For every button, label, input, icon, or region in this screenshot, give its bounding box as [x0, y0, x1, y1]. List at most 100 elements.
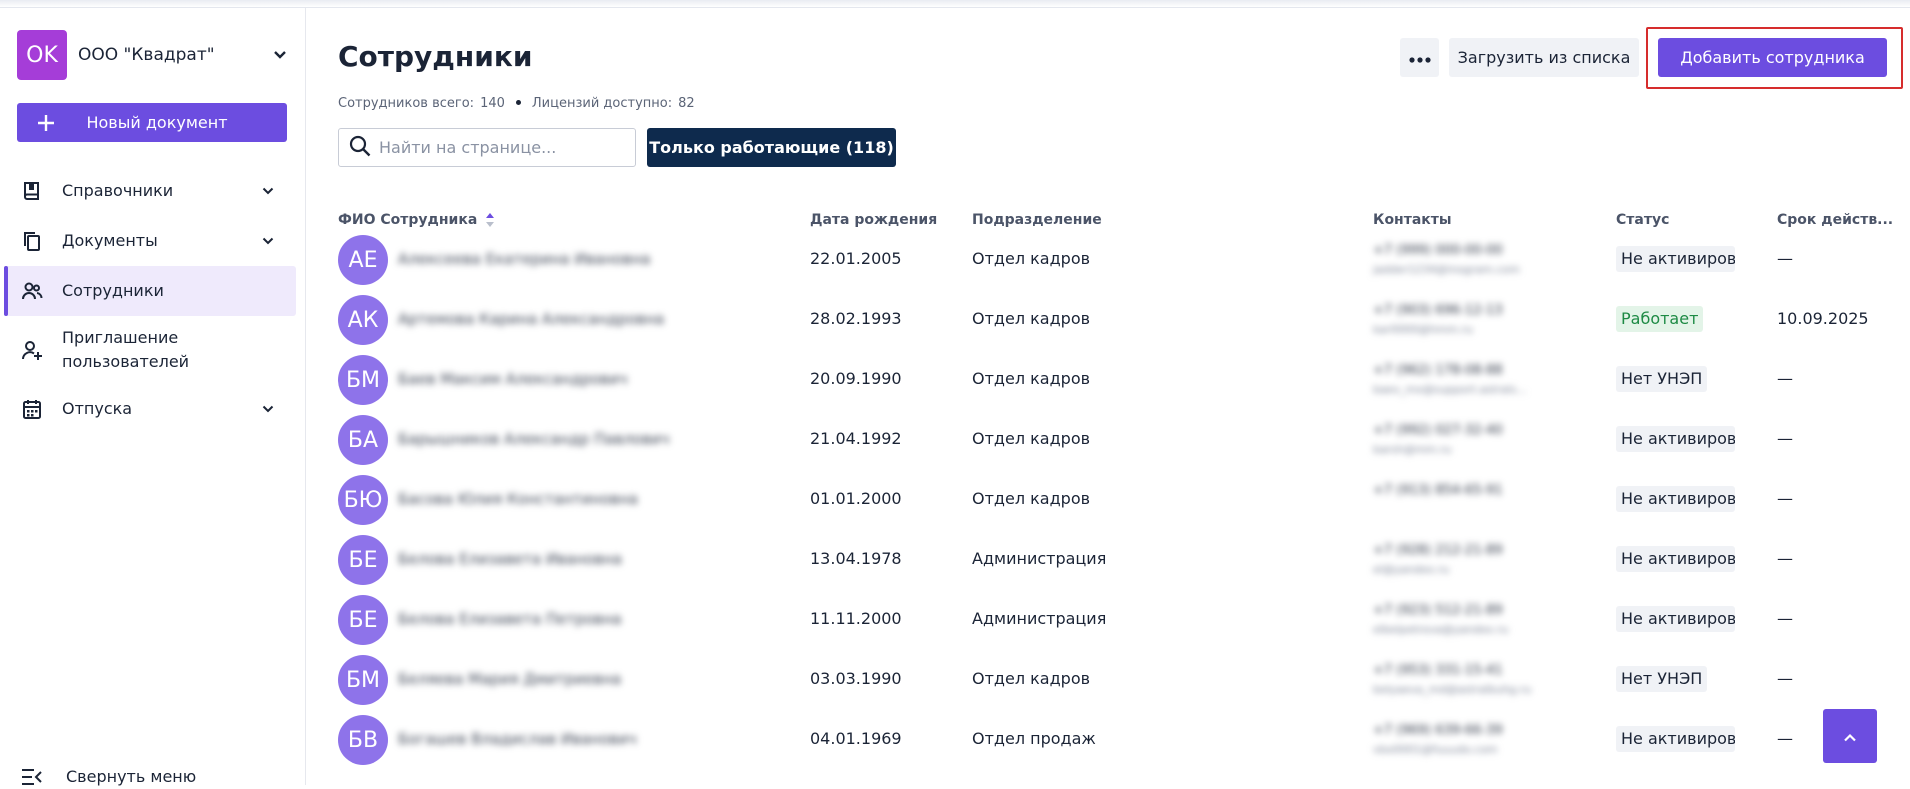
- search-field[interactable]: [338, 128, 636, 167]
- table-row[interactable]: БМ Баев Максим Александрович 20.09.1990 Отд…: [338, 350, 1898, 410]
- column-header-birth-date[interactable]: Дата рождения: [810, 212, 937, 228]
- contacts: +7 (903) 696-12-13 kar0000@hmm.ru: [1373, 301, 1503, 339]
- sidebar-nav: Справочники Документы Сотрудники Приглаш…: [0, 166, 306, 434]
- contact-phone: +7 (923) 512-21-89: [1373, 603, 1503, 618]
- status-badge: Не активирован: [1616, 426, 1735, 452]
- contact-email: kar0000@hmm.ru: [1373, 323, 1473, 336]
- contact-phone: +7 (962) 178-08-88: [1373, 363, 1503, 378]
- sort-icon: [485, 212, 495, 228]
- department: Отдел кадров: [972, 309, 1091, 328]
- org-logo: OK: [17, 30, 67, 80]
- birth-date: 04.01.1969: [810, 729, 902, 748]
- column-header-department[interactable]: Подразделение: [972, 212, 1102, 228]
- table-row[interactable]: АК Артемова Карина Александровна 28.02.199…: [338, 290, 1898, 350]
- more-dots-icon: [1408, 48, 1431, 67]
- avatar: БА: [338, 415, 388, 465]
- table-row[interactable]: БЕ Белова Елизавета Ивановна 13.04.1978 Адм…: [338, 530, 1898, 590]
- contact-phone: +7 (913) 854-65-91: [1373, 483, 1503, 498]
- search-input[interactable]: [379, 138, 619, 157]
- sidebar-item-documents[interactable]: Документы: [0, 216, 306, 266]
- table-row[interactable]: БЕ Белова Елизавета Петровна 11.11.2000 Адм…: [338, 590, 1898, 650]
- contacts: +7 (923) 512-21-89 elbelpetrova@yandex.ru: [1373, 601, 1508, 639]
- table-row[interactable]: АЕ Алексеева Екатерина Ивановна 22.01.2005…: [338, 230, 1898, 290]
- chevron-down-icon: [256, 397, 280, 421]
- contact-email: elbelpetrova@yandex.ru: [1373, 623, 1509, 636]
- avatar: АЕ: [338, 235, 388, 285]
- validity-date: —: [1777, 369, 1793, 388]
- status-badge: Не активирован: [1616, 486, 1735, 512]
- employee-name[interactable]: Артемова Карина Александровна: [398, 310, 664, 328]
- column-header-label: ФИО Сотрудника: [338, 212, 478, 228]
- birth-date: 11.11.2000: [810, 609, 902, 628]
- contacts: +7 (969) 639-66-39 vbo0001@fuuudo.com: [1373, 721, 1503, 759]
- sidebar-item-directories[interactable]: Справочники: [0, 166, 306, 216]
- employee-name[interactable]: Барышников Александр Павлович: [398, 430, 670, 448]
- sidebar-item-invite-users[interactable]: Приглашение пользователей: [0, 316, 306, 384]
- avatar: БЕ: [338, 535, 388, 585]
- scroll-to-top-button[interactable]: [1823, 709, 1877, 763]
- employee-name[interactable]: Беляева Мария Дмитриевна: [398, 670, 621, 688]
- contact-email: jadder1234@inogram.com: [1373, 263, 1520, 276]
- sidebar-item-label: Отпуска: [62, 399, 133, 418]
- column-header-name[interactable]: ФИО Сотрудника: [338, 212, 495, 228]
- more-actions-button[interactable]: [1400, 38, 1439, 77]
- chevron-down-icon: [256, 179, 280, 203]
- column-header-contacts[interactable]: Контакты: [1373, 212, 1452, 228]
- new-document-button[interactable]: Новый документ: [17, 103, 287, 142]
- sidebar-item-label: Приглашение пользователей: [62, 328, 190, 371]
- avatar: БМ: [338, 355, 388, 405]
- collapse-menu-button[interactable]: Свернуть меню: [20, 765, 196, 789]
- add-employee-button[interactable]: Добавить сотрудника: [1658, 38, 1887, 77]
- department: Отдел кадров: [972, 249, 1091, 268]
- avatar: БВ: [338, 715, 388, 765]
- status-badge: Нет УНЭП: [1616, 366, 1708, 392]
- status-badge: Не активирован: [1616, 546, 1735, 572]
- org-switcher[interactable]: OK ООО "Квадрат": [17, 29, 292, 81]
- employee-name[interactable]: Баев Максим Александрович: [398, 370, 628, 388]
- department: Отдел кадров: [972, 429, 1091, 448]
- collapse-menu-label: Свернуть меню: [66, 767, 197, 786]
- table-row[interactable]: БЮ Басова Юлия Константиновна 01.01.2000 От…: [338, 470, 1898, 530]
- search-icon: [349, 135, 371, 161]
- calendar-icon: [20, 397, 44, 421]
- only-working-filter-button[interactable]: Только работающие (118): [647, 128, 896, 167]
- org-name: ООО "Квадрат": [78, 45, 215, 65]
- table-row[interactable]: БА Барышников Александр Павлович 21.04.199…: [338, 410, 1898, 470]
- upload-from-list-button[interactable]: Загрузить из списка: [1449, 38, 1639, 77]
- contact-phone: +7 (969) 639-66-39: [1373, 723, 1503, 738]
- validity-date: —: [1777, 669, 1793, 688]
- documents-icon: [20, 229, 44, 253]
- department: Отдел кадров: [972, 369, 1091, 388]
- validity-date: —: [1777, 489, 1793, 508]
- column-header-status[interactable]: Статус: [1616, 212, 1669, 228]
- contact-email: baev_mx@support.astrals...: [1373, 383, 1527, 396]
- employee-name[interactable]: Белова Елизавета Петровна: [398, 610, 622, 628]
- employee-name[interactable]: Алексеева Екатерина Ивановна: [398, 250, 650, 268]
- licenses-value: 82: [678, 96, 695, 111]
- table-row[interactable]: БВ Богашев Владислав Иванович 04.01.1969 От…: [338, 710, 1898, 770]
- column-header-validity[interactable]: Срок действ...: [1777, 212, 1893, 228]
- contact-phone: +7 (992) 027-32-40: [1373, 423, 1503, 438]
- status-badge: Не активирован: [1616, 606, 1735, 632]
- birth-date: 21.04.1992: [810, 429, 902, 448]
- status-badge: Нет УНЭП: [1616, 666, 1708, 692]
- status-badge: Не активирован: [1616, 246, 1735, 272]
- plus-icon: [17, 113, 75, 133]
- employee-name[interactable]: Басова Юлия Константиновна: [398, 490, 638, 508]
- birth-date: 28.02.1993: [810, 309, 902, 328]
- sidebar-item-vacations[interactable]: Отпуска: [0, 384, 306, 434]
- table-row[interactable]: БМ Беляева Мария Дмитриевна 03.03.1990 Отде…: [338, 650, 1898, 710]
- contact-email: barsh@mm.ru: [1373, 443, 1452, 456]
- contacts: +7 (962) 178-08-88 baev_mx@support.astral…: [1373, 361, 1527, 399]
- chevron-down-icon: [268, 43, 292, 67]
- sidebar-item-employees[interactable]: Сотрудники: [4, 266, 296, 316]
- sidebar: OK ООО "Квадрат" Новый документ Справочн…: [0, 8, 306, 786]
- contact-phone: +7 (953) 331-15-41: [1373, 663, 1503, 678]
- employee-name[interactable]: Белова Елизавета Ивановна: [398, 550, 622, 568]
- contact-phone: +7 (999) 000-00-00: [1373, 243, 1503, 258]
- contacts: +7 (999) 000-00-00 jadder1234@inogram.com: [1373, 241, 1520, 279]
- birth-date: 03.03.1990: [810, 669, 902, 688]
- employee-name[interactable]: Богашев Владислав Иванович: [398, 730, 637, 748]
- page-title: Сотрудники: [338, 40, 533, 73]
- employee-stats: Сотрудников всего: 140 Лицензий доступно…: [338, 96, 695, 111]
